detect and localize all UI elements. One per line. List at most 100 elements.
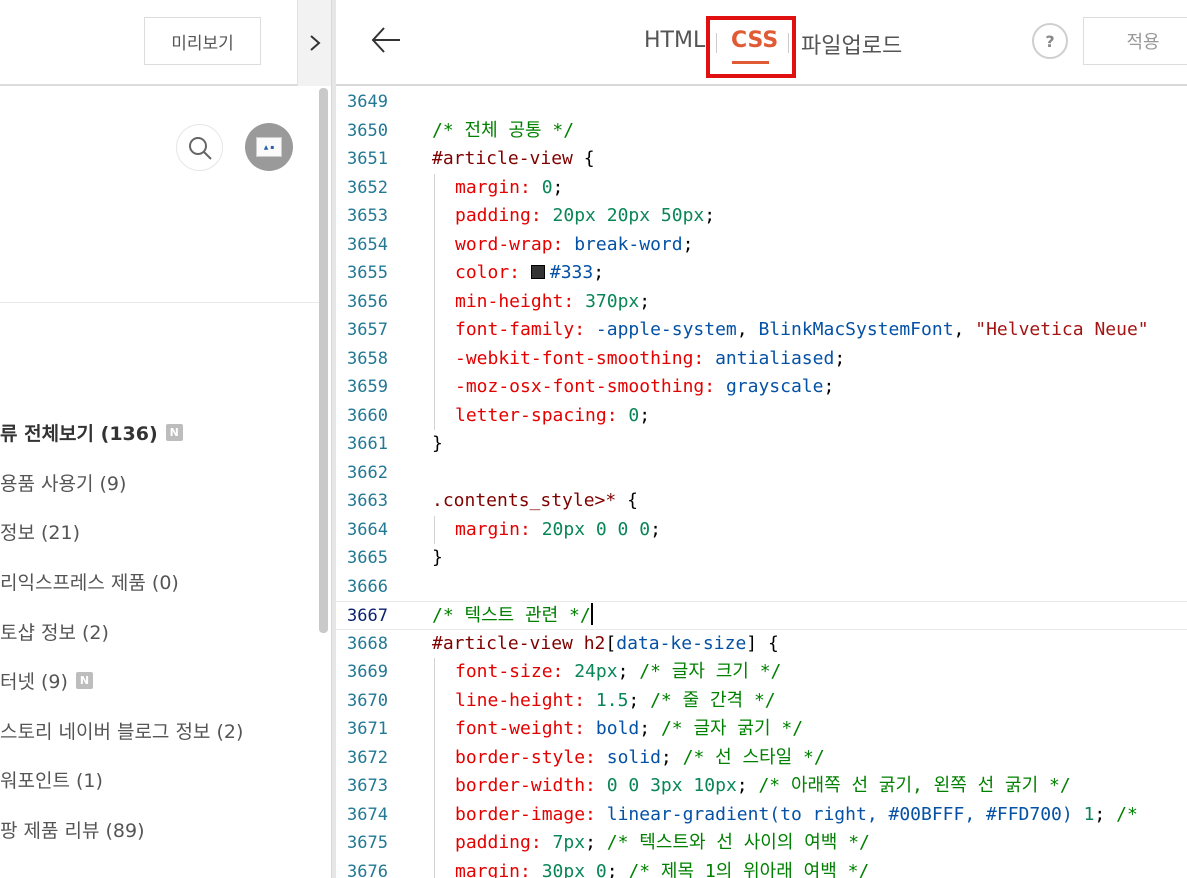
code-line[interactable]: 3671 font-weight: bold; /* 글자 굵기 */ [336,715,1187,744]
code-token: -apple-system [595,319,737,340]
code-token: ; [704,205,716,226]
code-line[interactable]: 3667 /* 텍스트 관련 */ [336,601,1187,630]
code-line[interactable]: 3656 min-height: 370px; [336,287,1187,317]
back-arrow-icon[interactable] [370,24,402,56]
code-line[interactable]: 3658 -webkit-font-smoothing: antialiased; [336,344,1187,373]
help-button[interactable]: ? [1032,23,1068,59]
category-item[interactable]: 터넷 (9) N [0,656,243,706]
blog-search-button[interactable] [176,124,223,171]
indent-guide [434,316,435,345]
code-line[interactable]: 3663 .contents_style>* { [336,487,1187,516]
category-item[interactable]: 리익스프레스 제품 (0) [0,557,243,607]
tab-html[interactable]: HTML [644,28,705,53]
code-line[interactable]: 3661} [336,430,1187,459]
code-line[interactable]: 3666 [336,573,1187,602]
annotation-highlight-box [706,16,796,78]
code-text: font-family: -apple-system, BlinkMacSyst… [455,316,1149,345]
indent-guide [434,259,435,288]
code-token: ; [660,746,683,768]
category-label: 리익스프레스 제품 (0) [0,572,179,595]
code-token: "Helvetica Neue" [975,319,1149,340]
apply-button[interactable]: 적용 [1083,17,1187,65]
indent-guide [434,772,435,801]
code-line[interactable]: 3652 margin: 0; [336,173,1187,202]
category-item[interactable]: 스토리 네이버 블로그 정보 (2) [0,706,243,756]
code-line[interactable]: 3657 font-family: -apple-system, BlinkMac… [336,316,1187,345]
code-line[interactable]: 3660 letter-spacing: 0; [336,401,1187,430]
line-number: 3657 [347,320,388,340]
code-line[interactable]: 3674 border-image: linear-gradient(to rig… [336,800,1187,829]
color-swatch-icon[interactable] [530,265,545,279]
category-item[interactable]: 팡 제품 리뷰 (89) [0,805,243,855]
code-token: data-ke-size [616,632,747,654]
code-line[interactable]: 3659 -moz-osx-font-smoothing: grayscale; [336,373,1187,402]
category-item[interactable]: 류 전체보기 (136) N [0,408,243,458]
code-token: margin: [455,860,531,878]
line-number: 3671 [347,719,388,739]
indent-guide [434,515,435,544]
category-label: 터넷 (9) [0,671,68,694]
code-line[interactable]: 3662 [336,459,1187,488]
editor-toolbar: HTML CSS 파일업로드 ? 적용 [336,0,1187,86]
preview-scrollbar[interactable] [319,88,328,633]
avatar[interactable]: ▲ ▪ [245,123,293,171]
code-token: antialiased [715,347,835,369]
code-line[interactable]: 3669 font-size: 24px; /* 글자 크기 */ [336,658,1187,687]
category-label: 팡 제품 리뷰 (89) [0,820,145,843]
chevron-right-icon [309,35,321,51]
code-token: line-height: [455,689,586,711]
category-item[interactable]: 정보 (21) [0,507,243,557]
code-line[interactable]: 3676 margin: 30px 0; /* 제목 1의 위아래 여백 */ [336,857,1187,878]
code-line[interactable]: 3649 [336,88,1187,117]
preview-button[interactable]: 미리보기 [144,17,261,65]
code-text: font-size: 24px; /* 글자 크기 */ [455,658,781,687]
line-number: 3655 [347,263,388,283]
code-line[interactable]: 3670 line-height: 1.5; /* 줄 간격 */ [336,686,1187,715]
code-text: min-height: 370px; [455,288,650,317]
code-token: border-image: [455,803,596,825]
category-item[interactable]: 토샵 정보 (2) [0,606,243,656]
line-number: 3661 [347,434,388,454]
code-token: min-height: [455,290,575,312]
code-line[interactable]: 3668 #article-view h2[data-ke-size] { [336,630,1187,659]
code-text: .contents_style>* { [432,487,638,516]
code-line[interactable]: 3655 color: #333; [336,259,1187,288]
line-number: 3663 [347,491,388,511]
code-line[interactable]: 3664 margin: 20px 0 0 0; [336,515,1187,544]
category-item[interactable]: 용품 사용기 (9) [0,458,243,508]
category-item[interactable]: 워포인트 (1) [0,755,243,805]
code-token: padding: [455,832,542,853]
line-number: 3664 [347,519,388,540]
code-line[interactable]: 3654 word-wrap: break-word; [336,230,1187,259]
code-token: ; [736,775,759,796]
code-token: #article-view h2 [432,632,606,654]
code-text: /* 텍스트 관련 */ [432,602,593,631]
code-token: ; [639,290,651,312]
code-line[interactable]: 3653 padding: 20px 20px 50px; [336,202,1187,231]
code-line[interactable]: 3650 /* 전체 공통 */ [336,117,1187,146]
code-token: grayscale [725,376,824,397]
tab-file-upload[interactable]: 파일업로드 [801,28,902,60]
code-line[interactable]: 3651 #article-view { [336,145,1187,174]
code-line[interactable]: 3673 border-width: 0 0 3px 10px; /* 아래쪽 선… [336,772,1187,801]
line-number: 3649 [347,92,388,112]
code-line[interactable]: 3665} [336,544,1187,573]
code-token: letter-spacing: [455,404,618,426]
collapse-preview-button[interactable] [297,0,331,86]
code-token: /* 전체 공통 */ [432,119,575,141]
code-text: -moz-osx-font-smoothing: grayscale; [455,373,834,402]
code-text: color: #333; [455,259,604,288]
line-number: 3658 [347,348,388,369]
code-token: /* 텍스트 관련 */ [432,605,591,626]
css-code-editor[interactable]: 3649 3650/* 전체 공통 */3651 #article-view {36… [336,88,1187,878]
code-token: padding: [455,205,542,226]
indent-guide [434,743,435,772]
code-line[interactable]: 3672 border-style: solid; /* 선 스타일 */ [336,743,1187,772]
code-line[interactable]: 3675 padding: 7px; /* 텍스트와 선 사이의 여백 */ [336,829,1187,858]
